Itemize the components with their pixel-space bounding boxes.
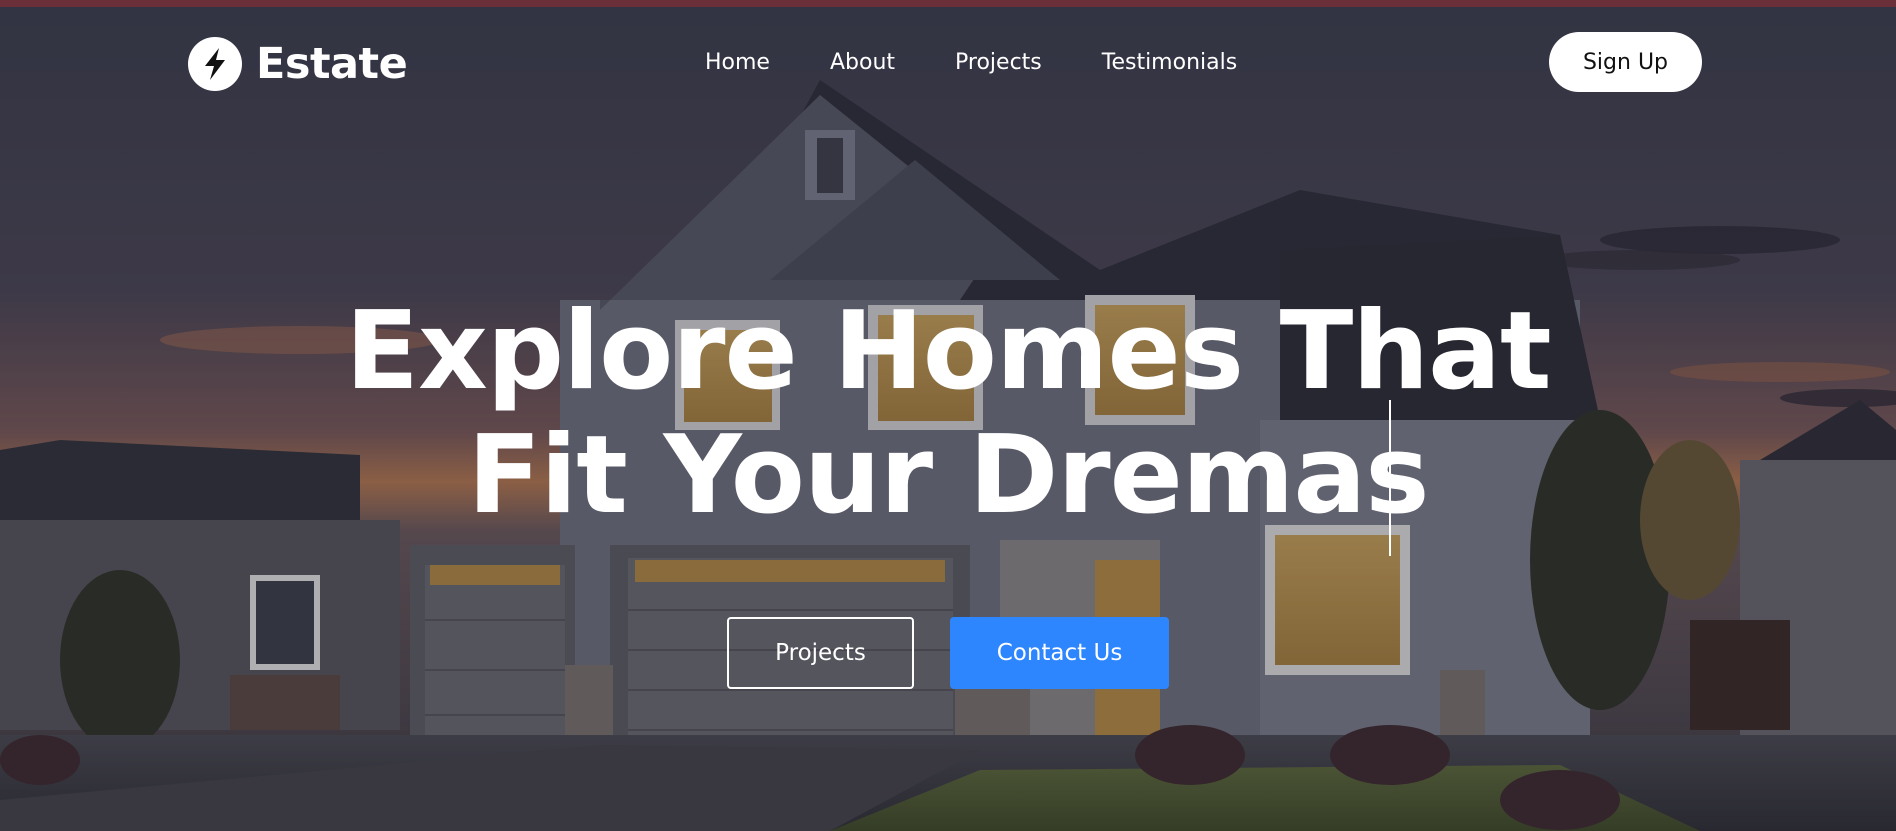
- nav-item-projects: Projects: [955, 48, 1042, 78]
- lightning-bolt-icon: [188, 37, 242, 91]
- projects-button[interactable]: Projects: [727, 617, 914, 689]
- nav-item-home: Home: [705, 48, 770, 78]
- navbar: Estate Home About Projects Testimonials …: [0, 0, 1896, 125]
- headline-line-1: Explore Homes That: [345, 289, 1551, 414]
- hero-headline: Explore Homes That Fit Your Dremas: [0, 290, 1896, 538]
- brand-logo[interactable]: Estate: [188, 36, 408, 92]
- nav-link-testimonials[interactable]: Testimonials: [1102, 48, 1237, 78]
- contact-us-button[interactable]: Contact Us: [950, 617, 1169, 689]
- landing-page: Estate Home About Projects Testimonials …: [0, 0, 1896, 831]
- headline-line-2: Fit Your Dremas: [467, 413, 1429, 538]
- brand-name: Estate: [256, 39, 408, 89]
- typing-cursor: [1389, 400, 1391, 556]
- nav-item-testimonials: Testimonials: [1102, 48, 1237, 78]
- nav-item-about: About: [830, 48, 895, 78]
- main-menu: Home About Projects Testimonials: [705, 48, 1237, 78]
- nav-link-about[interactable]: About: [830, 48, 895, 78]
- hero-actions: Projects Contact Us: [0, 617, 1896, 689]
- sign-up-button[interactable]: Sign Up: [1549, 32, 1702, 92]
- nav-link-home[interactable]: Home: [705, 48, 770, 78]
- browser-top-strip: [0, 0, 1896, 7]
- nav-link-projects[interactable]: Projects: [955, 48, 1042, 78]
